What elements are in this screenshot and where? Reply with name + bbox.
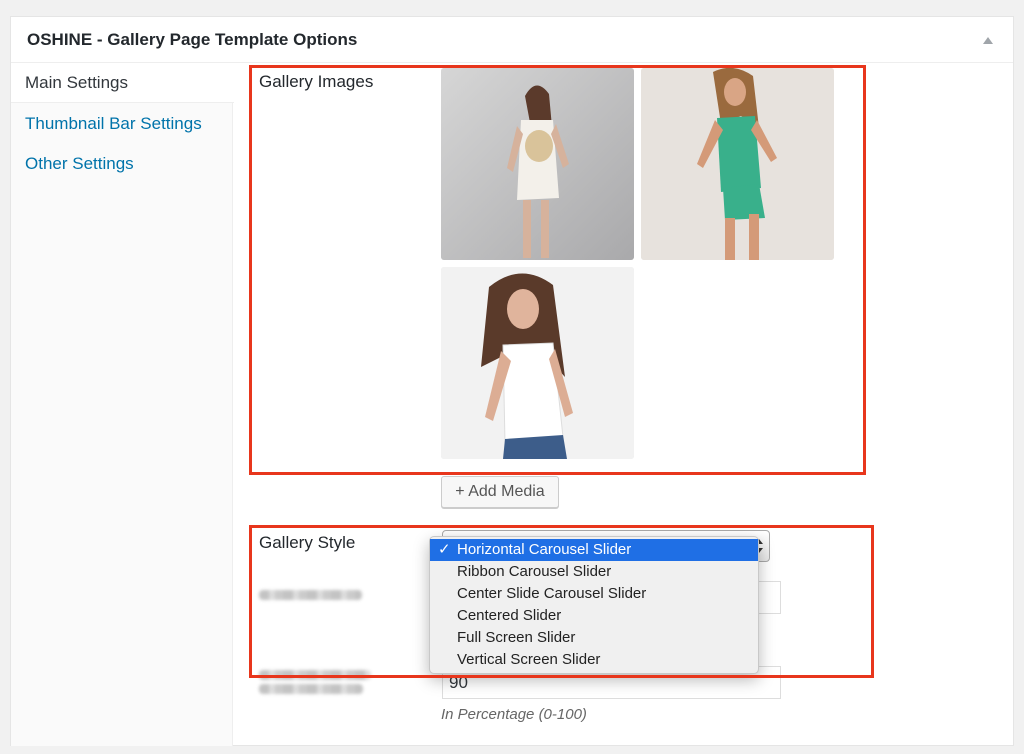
add-media-button[interactable]: + Add Media: [441, 476, 559, 508]
percentage-hint: In Percentage (0-100): [441, 706, 587, 723]
highlight-box-gallery-style: [249, 525, 874, 678]
highlight-box-gallery-images: [249, 65, 866, 475]
tab-thumbnail-bar-settings[interactable]: Thumbnail Bar Settings: [11, 104, 233, 144]
triangle-up-icon[interactable]: [983, 37, 993, 44]
metabox-header[interactable]: OSHINE - Gallery Page Template Options: [11, 17, 1013, 63]
settings-tabs: Main Settings Thumbnail Bar Settings Oth…: [11, 63, 234, 746]
tab-main-settings[interactable]: Main Settings: [11, 63, 234, 103]
tab-other-settings[interactable]: Other Settings: [11, 144, 233, 184]
metabox-title: OSHINE - Gallery Page Template Options: [27, 30, 358, 49]
blurred-label-3: [259, 684, 363, 694]
